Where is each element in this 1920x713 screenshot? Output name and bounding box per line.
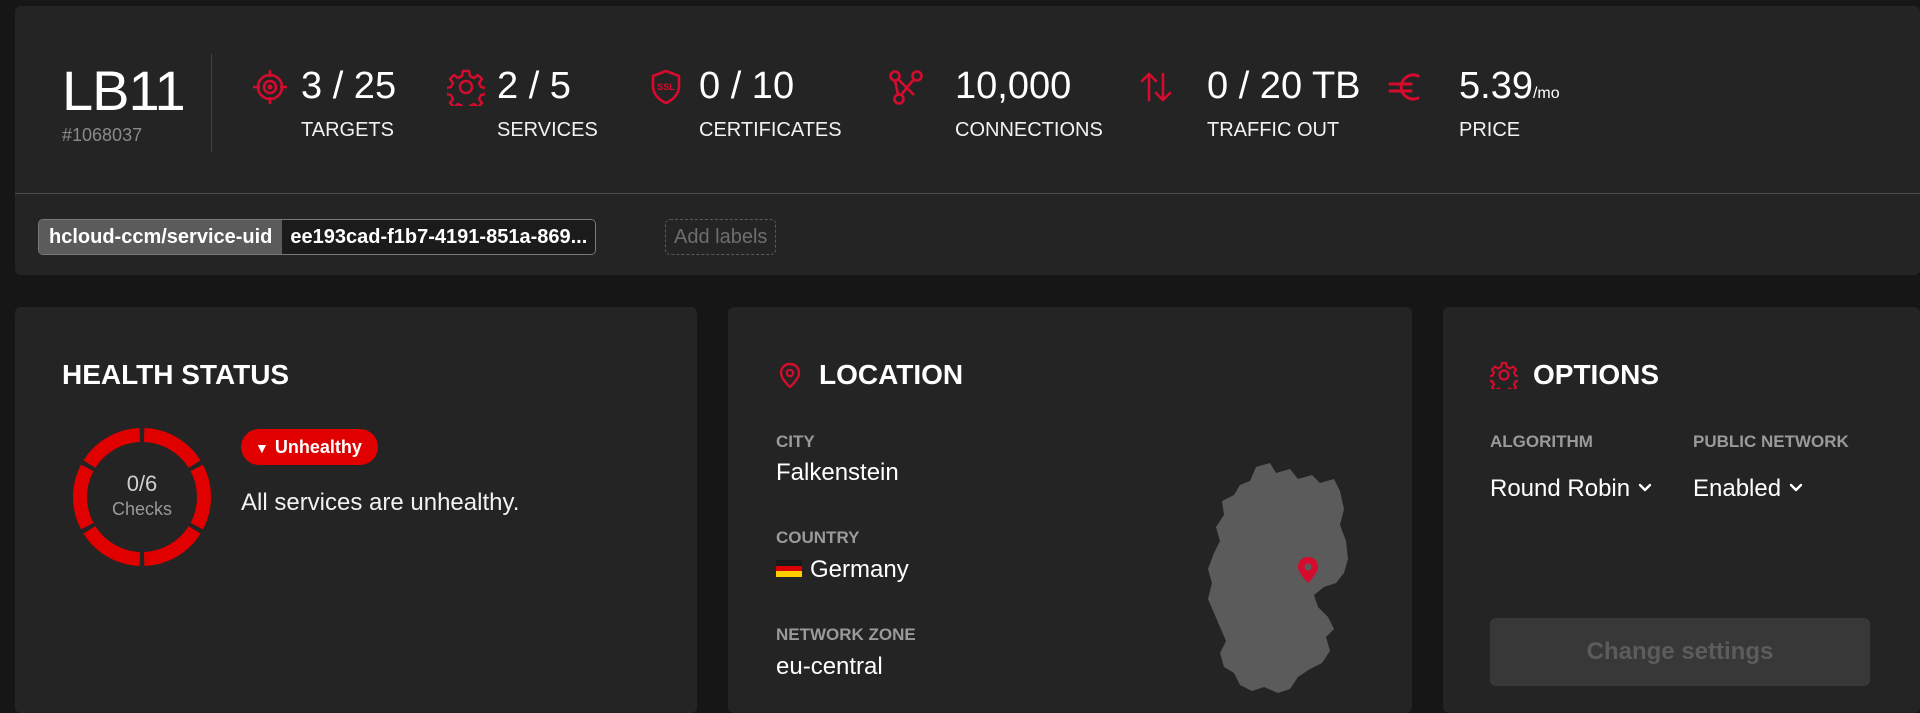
health-check-segment xyxy=(83,428,141,469)
unhealthy-badge-label: Unhealthy xyxy=(274,437,362,457)
summary-horizontal-divider xyxy=(15,193,1920,194)
health-status-title: HEALTH STATUS xyxy=(62,359,290,390)
label-chip-value: ee193cad-f1b7-4191-851a-869... xyxy=(282,220,596,254)
algorithm-label: ALGORITHM xyxy=(1490,432,1593,451)
public-network-label: PUBLIC NETWORK xyxy=(1693,432,1849,451)
location-title: LOCATION xyxy=(819,359,964,390)
country-value: Germany xyxy=(776,556,909,584)
health-message: All services are unhealthy. xyxy=(241,489,520,516)
stat-targets-label: TARGETS xyxy=(301,119,394,141)
network-zone-label: NETWORK ZONE xyxy=(776,625,916,644)
gear-icon xyxy=(1490,361,1518,389)
connections-icon xyxy=(889,70,923,105)
euro-icon xyxy=(1388,73,1420,101)
stat-traffic-out-value: 0 / 20 TB xyxy=(1207,65,1361,107)
price-unit: /mo xyxy=(1532,85,1560,102)
options-card: OPTIONS ALGORITHM Round Robin PUBLIC NET… xyxy=(1443,307,1920,713)
stat-certificates-label: CERTIFICATES xyxy=(699,119,842,141)
stat-connections-value: 10,000 xyxy=(955,65,1072,107)
algorithm-value: Round Robin xyxy=(1490,475,1631,502)
health-checks-value: 0/6 xyxy=(126,471,158,496)
stat-certificates-value: 0 / 10 xyxy=(699,65,795,107)
unhealthy-badge: ▼ Unhealthy xyxy=(241,429,378,465)
load-balancer-summary-card: LB11 #1068037 3 / 25 TARGETS 2 / 5 SERVI… xyxy=(15,6,1920,275)
network-zone-value: eu-central xyxy=(776,653,883,680)
health-checks-label: Checks xyxy=(111,499,173,519)
target-icon xyxy=(253,70,287,104)
chevron-down-icon xyxy=(1638,483,1652,491)
options-title: OPTIONS xyxy=(1533,359,1660,390)
load-balancer-name: LB11 xyxy=(62,59,186,122)
health-status-card: HEALTH STATUS 0/6 Checks ▼ Unhealthy All … xyxy=(15,307,697,713)
label-chip[interactable]: hcloud-ccm/service-uid ee193cad-f1b7-419… xyxy=(38,219,597,255)
load-balancer-id: #1068037 xyxy=(62,125,143,145)
stat-targets-value: 3 / 25 xyxy=(301,65,397,107)
health-checks-summary: 0/6 Checks xyxy=(70,471,214,520)
traffic-arrows-icon xyxy=(1140,72,1172,102)
stat-services-value: 2 / 5 xyxy=(497,65,571,107)
svg-text:SSL: SSL xyxy=(657,82,675,92)
price-amount: 5.39 xyxy=(1459,65,1533,107)
public-network-select[interactable]: Enabled xyxy=(1693,475,1803,503)
city-value: Falkenstein xyxy=(776,459,899,486)
health-check-segment xyxy=(143,428,201,469)
add-labels-button[interactable]: Add labels xyxy=(665,219,777,255)
label-chip-key: hcloud-ccm/service-uid xyxy=(39,220,283,254)
summary-divider xyxy=(211,54,212,152)
stat-price-label: PRICE xyxy=(1459,119,1521,141)
country-name: Germany xyxy=(810,556,909,583)
load-balancer-identity: LB11 #1068037 xyxy=(62,59,186,146)
stat-services-label: SERVICES xyxy=(497,119,598,141)
ssl-shield-icon: SSL xyxy=(651,69,681,105)
map-pin-icon xyxy=(779,362,801,389)
stat-price-value: 5.39/mo xyxy=(1459,62,1560,118)
city-label: CITY xyxy=(776,432,815,451)
algorithm-select[interactable]: Round Robin xyxy=(1490,475,1652,503)
caret-down-icon: ▼ xyxy=(255,440,269,456)
stat-connections-label: CONNECTIONS xyxy=(955,119,1103,141)
public-network-value: Enabled xyxy=(1693,475,1782,502)
health-check-segment xyxy=(143,525,201,566)
chevron-down-icon xyxy=(1789,483,1803,491)
change-settings-button[interactable]: Change settings xyxy=(1490,618,1870,686)
gear-icon xyxy=(447,69,485,106)
location-card: LOCATION CITY Falkenstein COUNTRY German… xyxy=(728,307,1412,713)
germany-map-icon xyxy=(1208,463,1348,693)
health-check-segment xyxy=(83,525,141,566)
country-label: COUNTRY xyxy=(776,528,860,547)
germany-flag-icon xyxy=(776,560,802,578)
stat-traffic-out-label: TRAFFIC OUT xyxy=(1207,119,1340,141)
